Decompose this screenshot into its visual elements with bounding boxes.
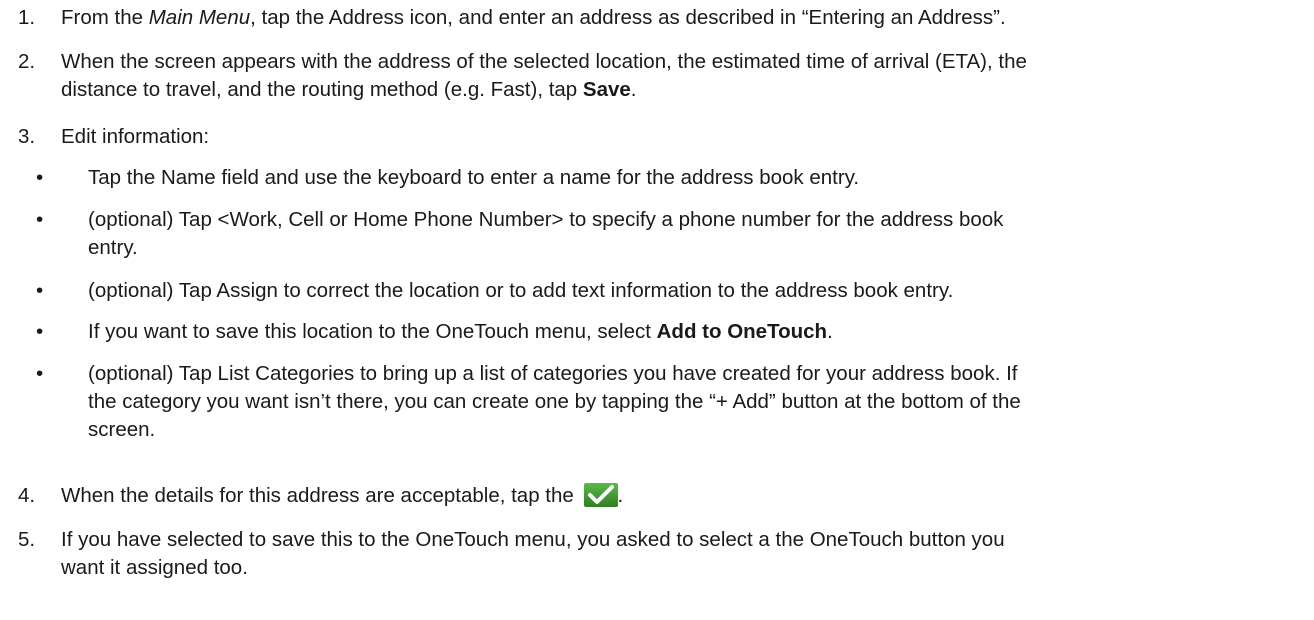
step-number: 5. [18, 528, 36, 551]
bullet-icon: • [36, 166, 44, 189]
bullet-icon: • [36, 362, 44, 385]
bullet-item: • Tap the Name field and use the keyboar… [0, 164, 1308, 192]
step-3: 3. Edit information: [0, 123, 1308, 151]
bullet-text: (optional) Tap <Work, Cell or Home Phone… [88, 208, 1004, 259]
step-2: 2. When the screen appears with the addr… [0, 48, 1308, 104]
menu-name: Main Menu [148, 6, 251, 29]
step-text: If you have selected to save this to the… [61, 528, 1005, 579]
step-4: 4. When the details for this address are… [0, 482, 1308, 510]
bullet-text: Tap the Name field and use the keyboard … [88, 166, 860, 189]
bullet-text: (optional) Tap List Categories to bring … [88, 362, 1021, 441]
bullet-item: • If you want to save this location to t… [0, 318, 1308, 346]
step-number: 1. [18, 6, 36, 29]
step-text: When the screen appears with the address… [61, 50, 1027, 101]
checkmark-icon [583, 483, 618, 507]
step-text: When the details for this address are ac… [61, 483, 624, 507]
step-5: 5. If you have selected to save this to … [0, 526, 1308, 582]
step-text: From the Main Menu, tap the Address icon… [61, 6, 1006, 29]
step-text: Edit information: [61, 125, 210, 148]
bullet-text: If you want to save this location to the… [88, 320, 833, 343]
bullet-icon: • [36, 208, 44, 231]
step-1: 1. From the Main Menu, tap the Address i… [0, 4, 1308, 32]
bullet-item: • (optional) Tap List Categories to brin… [0, 360, 1308, 444]
bullet-text: (optional) Tap Assign to correct the loc… [88, 279, 954, 302]
step-number: 4. [18, 484, 36, 507]
bullet-item: • (optional) Tap <Work, Cell or Home Pho… [0, 206, 1308, 262]
bullet-icon: • [36, 320, 44, 343]
step-number: 3. [18, 125, 36, 148]
save-label: Save [582, 78, 631, 101]
add-to-onetouch-label: Add to OneTouch [656, 320, 828, 343]
bullet-item: • (optional) Tap Assign to correct the l… [0, 277, 1308, 305]
bullet-icon: • [36, 279, 44, 302]
step-number: 2. [18, 50, 36, 73]
instructions-page: 1. From the Main Menu, tap the Address i… [0, 0, 1314, 620]
